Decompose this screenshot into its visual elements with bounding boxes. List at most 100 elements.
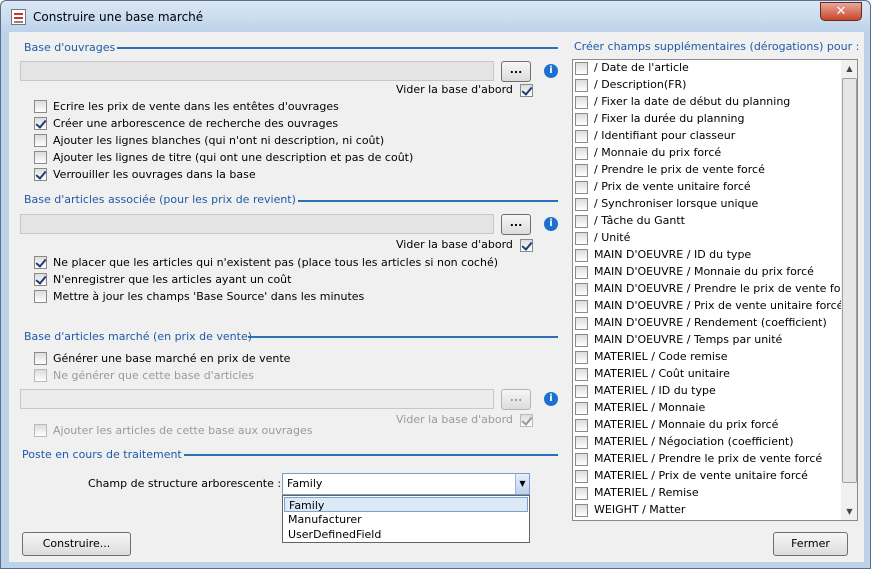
list-item[interactable]: / Prendre le prix de vente forcé: [575, 163, 841, 180]
scrollbar-thumb[interactable]: [842, 78, 857, 483]
scroll-up-icon[interactable]: ▲: [841, 60, 857, 77]
info-icon[interactable]: i: [544, 217, 558, 231]
list-item-label: / Fixer la date de début du planning: [594, 95, 791, 108]
list-item-checkbox[interactable]: [575, 266, 588, 279]
close-button[interactable]: Fermer: [773, 532, 848, 556]
list-item[interactable]: MAIN D'OEUVRE / ID du type: [575, 248, 841, 265]
list-item-checkbox[interactable]: [575, 300, 588, 313]
info-icon[interactable]: i: [544, 392, 558, 406]
option-checkbox[interactable]: [34, 273, 47, 286]
list-item[interactable]: MAIN D'OEUVRE / Prix de vente unitaire f…: [575, 299, 844, 316]
list-item[interactable]: / Synchroniser lorsque unique: [575, 197, 841, 214]
browse-marche-button[interactable]: ...: [501, 389, 531, 410]
list-item-checkbox[interactable]: [575, 62, 588, 75]
only-generate-checkbox[interactable]: [34, 369, 47, 382]
list-item-checkbox[interactable]: [575, 96, 588, 109]
list-item[interactable]: / Monnaie du prix forcé: [575, 146, 841, 163]
option-checkbox[interactable]: [34, 256, 47, 269]
list-item[interactable]: MATERIEL / Prix de vente unitaire forcé: [575, 469, 841, 486]
list-item-checkbox[interactable]: [575, 487, 588, 500]
option-checkbox[interactable]: [34, 151, 47, 164]
list-item-label: MAIN D'OEUVRE / Prix de vente unitaire f…: [594, 299, 844, 312]
generate-market-base-checkbox[interactable]: [34, 352, 47, 365]
list-item[interactable]: / Description(FR): [575, 78, 841, 95]
only-generate-label: Ne générer que cette base d'articles: [53, 369, 254, 382]
list-item[interactable]: MAIN D'OEUVRE / Monnaie du prix forcé: [575, 265, 841, 282]
list-item[interactable]: / Prix de vente unitaire forcé: [575, 180, 841, 197]
list-item[interactable]: / Fixer la date de début du planning: [575, 95, 841, 112]
tree-structure-combo[interactable]: Family ▼: [282, 473, 530, 495]
list-item-checkbox[interactable]: [575, 232, 588, 245]
list-item[interactable]: MATERIEL / Prendre le prix de vente forc…: [575, 452, 841, 469]
list-item[interactable]: MATERIEL / Remise: [575, 486, 841, 503]
dropdown-option[interactable]: Manufacturer: [284, 512, 528, 527]
list-item-label: / Identifiant pour classeur: [594, 129, 736, 142]
list-item-checkbox[interactable]: [575, 147, 588, 160]
option-checkbox[interactable]: [34, 290, 47, 303]
option-checkbox[interactable]: [34, 168, 47, 181]
browse-ouvrages-button[interactable]: ...: [501, 61, 531, 82]
list-item-checkbox[interactable]: [575, 215, 588, 228]
option-checkbox[interactable]: [34, 100, 47, 113]
list-item[interactable]: WEIGHT / Matter: [575, 503, 841, 520]
list-item-checkbox[interactable]: [575, 113, 588, 126]
list-item-checkbox[interactable]: [575, 79, 588, 92]
list-item-label: MATERIEL / Prendre le prix de vente forc…: [594, 452, 823, 465]
section-title-base-articles: Base d'articles associée (pour les prix …: [24, 193, 296, 206]
clear-ouvrages-checkbox[interactable]: [520, 84, 533, 97]
list-item-checkbox[interactable]: [575, 504, 588, 517]
list-item-checkbox[interactable]: [575, 334, 588, 347]
list-item[interactable]: MATERIEL / Monnaie du prix forcé: [575, 418, 841, 435]
add-articles-checkbox[interactable]: [34, 424, 47, 437]
list-item-checkbox[interactable]: [575, 385, 588, 398]
list-item-checkbox[interactable]: [575, 402, 588, 415]
list-item[interactable]: / Unité: [575, 231, 841, 248]
list-item-checkbox[interactable]: [575, 368, 588, 381]
build-button[interactable]: Construire...: [22, 532, 131, 556]
browse-articles-button[interactable]: ...: [501, 214, 531, 235]
extra-fields-list[interactable]: / Date de l'article / Description(FR) / Fi…: [572, 59, 858, 521]
list-item-checkbox[interactable]: [575, 317, 588, 330]
list-item[interactable]: MAIN D'OEUVRE / Prendre le prix de vente…: [575, 282, 857, 299]
base-ouvrages-path-field[interactable]: [20, 61, 494, 81]
list-item-label: MATERIEL / ID du type: [594, 384, 716, 397]
list-scrollbar[interactable]: ▲ ▼: [841, 60, 857, 520]
base-articles-path-field[interactable]: [20, 214, 494, 234]
list-item[interactable]: / Tâche du Gantt: [575, 214, 841, 231]
list-item[interactable]: / Fixer la durée du planning: [575, 112, 841, 129]
option-checkbox[interactable]: [34, 117, 47, 130]
clear-articles-checkbox[interactable]: [520, 239, 533, 252]
list-item-label: MAIN D'OEUVRE / Monnaie du prix forcé: [594, 265, 814, 278]
list-item[interactable]: MATERIEL / Monnaie: [575, 401, 841, 418]
list-item-checkbox[interactable]: [575, 283, 588, 296]
list-item[interactable]: MATERIEL / Coût unitaire: [575, 367, 841, 384]
list-item[interactable]: MAIN D'OEUVRE / Temps par unité: [575, 333, 841, 350]
section-title-base-ouvrages: Base d'ouvrages: [24, 41, 116, 54]
base-marche-path-field[interactable]: [20, 389, 494, 409]
clear-marche-checkbox[interactable]: [520, 414, 533, 427]
list-item[interactable]: MATERIEL / Code remise: [575, 350, 841, 367]
list-item-checkbox[interactable]: [575, 436, 588, 449]
list-item-checkbox[interactable]: [575, 453, 588, 466]
chevron-down-icon[interactable]: ▼: [515, 474, 529, 494]
dropdown-option[interactable]: Family: [284, 497, 528, 512]
list-item-checkbox[interactable]: [575, 198, 588, 211]
dropdown-option[interactable]: UserDefinedField: [284, 527, 528, 542]
list-item-checkbox[interactable]: [575, 419, 588, 432]
list-item-checkbox[interactable]: [575, 249, 588, 262]
list-item[interactable]: MATERIEL / ID du type: [575, 384, 841, 401]
list-item-checkbox[interactable]: [575, 181, 588, 194]
list-item-checkbox[interactable]: [575, 470, 588, 483]
list-item[interactable]: / Date de l'article: [575, 61, 841, 78]
list-item[interactable]: / Identifiant pour classeur: [575, 129, 841, 146]
list-item-checkbox[interactable]: [575, 351, 588, 364]
list-item-checkbox[interactable]: [575, 164, 588, 177]
add-articles-label: Ajouter les articles de cette base aux o…: [53, 424, 313, 437]
list-item-checkbox[interactable]: [575, 130, 588, 143]
close-window-button[interactable]: ✕: [820, 2, 862, 21]
option-checkbox[interactable]: [34, 134, 47, 147]
scroll-down-icon[interactable]: ▼: [841, 503, 857, 520]
list-item[interactable]: MAIN D'OEUVRE / Rendement (coefficient): [575, 316, 841, 333]
info-icon[interactable]: i: [544, 64, 558, 78]
list-item[interactable]: MATERIEL / Négociation (coefficient): [575, 435, 841, 452]
